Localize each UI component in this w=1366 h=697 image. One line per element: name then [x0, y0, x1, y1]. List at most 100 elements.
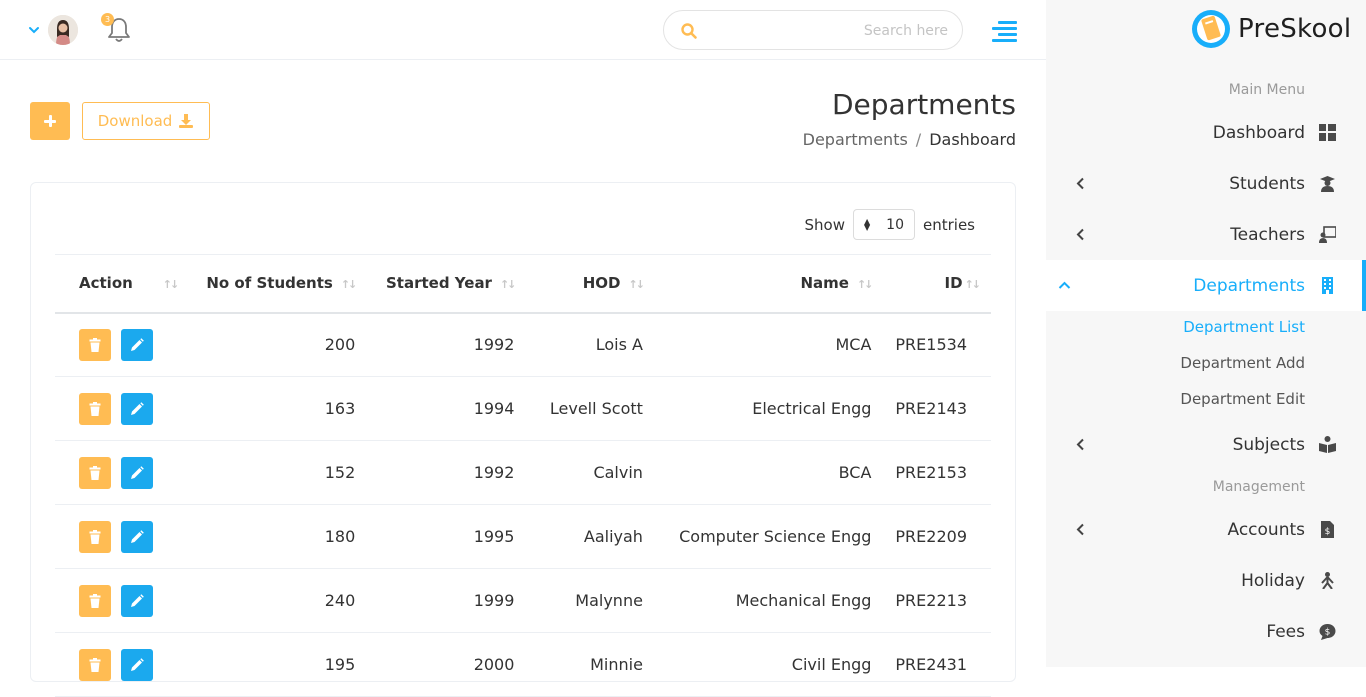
entries-control: Show ▲ ▼ 10 entries [805, 209, 975, 240]
chevron-left-icon [1076, 523, 1084, 536]
sidebar-item-dashboard[interactable]: Dashboard [1046, 107, 1366, 158]
th-hod[interactable]: HOD ↑↓ [526, 254, 655, 314]
table-row: 152 1992 Calvin BCA PRE2153 [55, 440, 991, 505]
sidebar-item-label: Holiday [1241, 570, 1305, 591]
th-hod-label: HOD [582, 274, 621, 293]
edit-button[interactable] [121, 456, 153, 489]
select-arrows-icon: ▲ ▼ [864, 216, 871, 232]
sidebar-item-label: Departments [1193, 275, 1305, 296]
th-students-label: No of Students [206, 274, 333, 293]
add-department-button[interactable] [30, 102, 70, 140]
edit-button[interactable] [121, 328, 153, 361]
sidebar-subitem-department-list[interactable]: Department List [1183, 318, 1305, 336]
entries-select[interactable]: ▲ ▼ 10 [853, 209, 915, 240]
notification-badge: 3 [101, 13, 114, 26]
download-button[interactable]: Download [82, 102, 210, 140]
entries-select-value: 10 [886, 216, 904, 233]
download-icon [179, 114, 194, 128]
sort-icon: ↑↓ [856, 278, 874, 292]
edit-button[interactable] [121, 648, 153, 681]
holiday-person-icon [1321, 572, 1334, 589]
sidebar-subitem-department-add[interactable]: Department Add [1180, 354, 1305, 372]
th-action[interactable]: Action ↑↓ [55, 254, 195, 314]
management-title: Management [1212, 479, 1305, 495]
svg-text:$: $ [1325, 527, 1331, 537]
sidebar-item-accounts[interactable]: Accounts $ [1046, 504, 1366, 555]
delete-button[interactable] [79, 648, 111, 681]
th-name-label: Name [800, 274, 849, 293]
delete-button[interactable] [79, 584, 111, 617]
comment-dollar-icon: $ [1319, 624, 1336, 640]
sidebar-item-departments[interactable]: Departments [1046, 260, 1366, 311]
delete-button[interactable] [79, 456, 111, 489]
cell-students: 195 [194, 632, 368, 697]
search-input[interactable] [708, 19, 948, 43]
th-students[interactable]: No of Students ↑↓ [194, 254, 368, 314]
cell-students: 152 [194, 440, 368, 505]
sidebar-item-label: Teachers [1230, 224, 1305, 245]
table-row: 240 1999 Malynne Mechanical Engg PRE2213 [55, 568, 991, 633]
pencil-icon [131, 337, 144, 351]
th-id[interactable]: ID ↑↓ [883, 254, 991, 314]
th-name[interactable]: Name ↑↓ [654, 254, 884, 314]
cell-hod: Calvin [526, 440, 655, 505]
cell-actions [55, 632, 195, 697]
download-label: Download [97, 112, 173, 130]
book-reader-icon [1319, 436, 1336, 453]
delete-button[interactable] [79, 520, 111, 553]
sidebar-item-label: Accounts [1227, 519, 1306, 540]
cell-students: 163 [194, 376, 368, 441]
cell-hod: Malynne [526, 568, 655, 633]
chevron-down-icon[interactable] [28, 24, 40, 36]
table-row: 195 2000 Minnie Civil Engg PRE2431 [55, 632, 991, 697]
edit-button[interactable] [121, 520, 153, 553]
sidebar-item-teachers[interactable]: Teachers [1046, 209, 1366, 260]
cell-name: Civil Engg [654, 632, 884, 697]
sidebar-item-subjects[interactable]: Subjects [1046, 419, 1366, 470]
cell-hod: Minnie [526, 632, 655, 697]
cell-id: PRE1534 [883, 312, 991, 377]
cell-id: PRE2153 [883, 440, 991, 505]
table-header-row: Action ↑↓ No of Students ↑↓ Started Year ↑↓… [55, 254, 991, 314]
sidebar-item-holiday[interactable]: Holiday [1046, 555, 1366, 606]
cell-id: PRE2143 [883, 376, 991, 441]
menu-toggle-icon[interactable] [992, 20, 1017, 42]
sidebar-item-fees[interactable]: Fees $ [1046, 606, 1366, 657]
cell-name: Computer Science Engg [654, 504, 884, 569]
sidebar-subitem-department-edit[interactable]: Department Edit [1180, 390, 1305, 408]
trash-icon [89, 401, 101, 416]
avatar[interactable] [48, 15, 78, 45]
sidebar-item-label: Fees [1266, 621, 1305, 642]
sort-icon: ↑↓ [499, 278, 517, 292]
cell-started-year: 1994 [367, 376, 527, 441]
breadcrumb: Departments / Dashboard [803, 130, 1016, 149]
cell-started-year: 2000 [367, 632, 527, 697]
pencil-icon [131, 529, 144, 543]
edit-button[interactable] [121, 584, 153, 617]
cell-id: PRE2213 [883, 568, 991, 633]
logo[interactable]: PreSkool [1190, 8, 1351, 50]
th-started-year[interactable]: Started Year ↑↓ [367, 254, 527, 314]
pencil-icon [131, 465, 144, 479]
departments-card: Show ▲ ▼ 10 entries Action ↑↓ No of Studen… [30, 182, 1016, 697]
sidebar-item-label: Subjects [1232, 434, 1305, 455]
cell-name: Mechanical Engg [654, 568, 884, 633]
breadcrumb-separator: / [915, 130, 922, 149]
cell-hod: Lois A [526, 312, 655, 377]
delete-button[interactable] [79, 392, 111, 425]
building-icon [1322, 277, 1333, 294]
breadcrumb-departments-link[interactable]: Departments [803, 130, 908, 149]
cell-started-year: 1999 [367, 568, 527, 633]
cell-name: MCA [654, 312, 884, 377]
search-icon[interactable] [680, 22, 698, 40]
cell-students: 180 [194, 504, 368, 569]
trash-icon [89, 465, 101, 480]
delete-button[interactable] [79, 328, 111, 361]
cell-name: Electrical Engg [654, 376, 884, 441]
cell-students: 240 [194, 568, 368, 633]
sidebar-item-students[interactable]: Students [1046, 158, 1366, 209]
cell-hod: Levell Scott [526, 376, 655, 441]
pencil-icon [131, 401, 144, 415]
preskool-logo-icon [1192, 10, 1230, 48]
edit-button[interactable] [121, 392, 153, 425]
